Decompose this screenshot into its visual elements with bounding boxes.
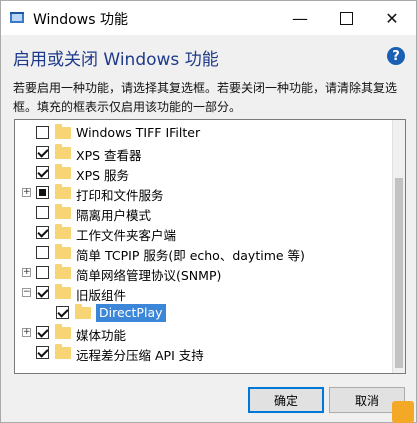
- feature-label: 打印和文件服务: [76, 188, 164, 203]
- minimize-button[interactable]: —: [277, 1, 323, 35]
- features-tree[interactable]: Windows TIFF IFilter XPS 查看器 XPS 服务 + 打印和文件服…: [14, 119, 406, 374]
- feature-label: 媒体功能: [76, 328, 127, 343]
- feature-checkbox[interactable]: [36, 186, 49, 199]
- feature-checkbox[interactable]: [36, 286, 49, 299]
- folder-icon: [55, 344, 71, 359]
- collapse-icon[interactable]: −: [22, 288, 31, 297]
- feature-row[interactable]: XPS 查看器: [15, 143, 391, 163]
- window-title: Windows 功能: [33, 12, 128, 28]
- feature-row[interactable]: 简单 TCPIP 服务(即 echo、daytime 等): [15, 243, 391, 263]
- feature-checkbox[interactable]: [36, 166, 49, 179]
- feature-row[interactable]: 隔离用户模式: [15, 203, 391, 223]
- maximize-button[interactable]: [323, 1, 369, 35]
- feature-row[interactable]: + 打印和文件服务: [15, 183, 391, 203]
- close-button[interactable]: ✕: [369, 1, 415, 35]
- feature-label: 远程差分压缩 API 支持: [76, 348, 204, 363]
- folder-icon: [55, 124, 71, 139]
- close-icon: ✕: [385, 8, 399, 28]
- feature-checkbox[interactable]: [36, 326, 49, 339]
- folder-icon: [55, 224, 71, 239]
- expand-icon[interactable]: +: [22, 268, 31, 277]
- feature-row[interactable]: Windows TIFF IFilter: [15, 123, 391, 143]
- feature-checkbox[interactable]: [36, 266, 49, 279]
- feature-row[interactable]: + 简单网络管理协议(SNMP): [15, 263, 391, 283]
- feature-checkbox[interactable]: [36, 206, 49, 219]
- feature-checkbox[interactable]: [36, 246, 49, 259]
- feature-row[interactable]: 远程差分压缩 API 支持: [15, 343, 391, 363]
- folder-icon: [55, 164, 71, 179]
- folder-icon: [55, 144, 71, 159]
- feature-row[interactable]: DirectPlay: [15, 303, 391, 323]
- feature-row[interactable]: + 媒体功能: [15, 323, 391, 343]
- maximize-icon: [339, 11, 353, 25]
- feature-label: 简单网络管理协议(SNMP): [76, 268, 222, 283]
- feature-checkbox[interactable]: [36, 126, 49, 139]
- windows-features-dialog: Windows 功能 — ✕ 启用或关闭 Windows 功能 ? 若要启用一种…: [0, 0, 417, 423]
- expand-icon[interactable]: +: [22, 188, 31, 197]
- help-icon[interactable]: ?: [387, 47, 405, 65]
- folder-icon: [75, 304, 91, 319]
- folder-icon: [55, 324, 71, 339]
- watermark-logo: [392, 401, 414, 423]
- feature-row[interactable]: 工作文件夹客户端: [15, 223, 391, 243]
- folder-icon: [55, 204, 71, 219]
- feature-label: 工作文件夹客户端: [76, 228, 177, 243]
- folder-icon: [55, 264, 71, 279]
- feature-checkbox[interactable]: [36, 226, 49, 239]
- feature-checkbox[interactable]: [36, 346, 49, 359]
- folder-icon: [55, 284, 71, 299]
- expand-icon[interactable]: +: [22, 328, 31, 337]
- feature-label: XPS 服务: [76, 168, 130, 183]
- feature-label: 隔离用户模式: [76, 208, 152, 223]
- description-text: 若要启用一种功能，请选择其复选框。若要关闭一种功能，请清除其复选框。填充的框表示…: [13, 81, 398, 114]
- feature-row[interactable]: XPS 服务: [15, 163, 391, 183]
- folder-icon: [55, 244, 71, 259]
- ok-button[interactable]: 确定: [248, 387, 324, 413]
- feature-checkbox[interactable]: [56, 306, 69, 319]
- feature-label: DirectPlay: [96, 304, 166, 322]
- feature-label: Windows TIFF IFilter: [76, 125, 201, 140]
- folder-icon: [55, 184, 71, 199]
- feature-label: 简单 TCPIP 服务(即 echo、daytime 等): [76, 248, 305, 263]
- title-bar[interactable]: Windows 功能 — ✕: [1, 1, 416, 35]
- scrollbar-thumb[interactable]: [395, 178, 403, 368]
- feature-row[interactable]: − 旧版组件: [15, 283, 391, 303]
- windows-features-app-icon: [10, 12, 24, 23]
- minimize-icon: —: [292, 8, 308, 28]
- feature-checkbox[interactable]: [36, 146, 49, 159]
- vertical-scrollbar[interactable]: [392, 120, 405, 373]
- page-heading: 启用或关闭 Windows 功能: [13, 50, 219, 70]
- feature-label: XPS 查看器: [76, 148, 142, 163]
- feature-label: 旧版组件: [76, 288, 127, 303]
